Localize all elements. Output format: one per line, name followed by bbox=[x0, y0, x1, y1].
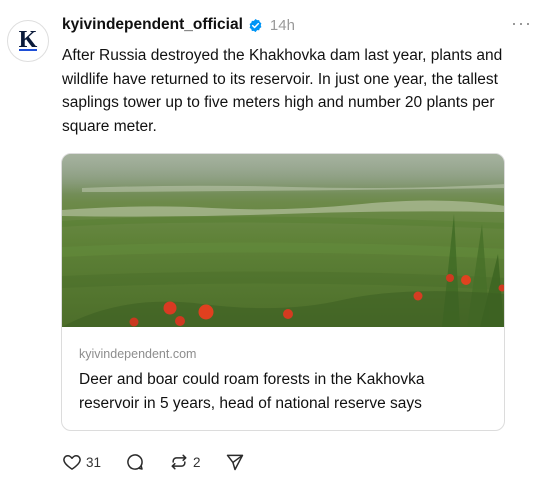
speech-bubble-icon bbox=[125, 452, 145, 472]
more-options-icon[interactable]: ··· bbox=[511, 14, 532, 32]
post-text: After Russia destroyed the Khakhovka dam… bbox=[62, 47, 503, 135]
link-preview-card[interactable]: kyivindependent.com Deer and boar could … bbox=[61, 153, 505, 431]
reply-button[interactable] bbox=[125, 452, 145, 472]
heart-icon bbox=[62, 452, 82, 472]
share-button[interactable] bbox=[225, 452, 245, 472]
like-count: 31 bbox=[86, 454, 102, 470]
link-title: Deer and boar could roam forests in the … bbox=[79, 371, 425, 412]
link-preview-image bbox=[62, 154, 504, 327]
post-timestamp: 14h bbox=[269, 16, 295, 34]
avatar[interactable]: K bbox=[7, 20, 49, 62]
link-domain: kyivindependent.com bbox=[79, 347, 197, 361]
paper-plane-icon bbox=[225, 452, 245, 472]
verified-badge-icon bbox=[248, 18, 263, 33]
post-header: kyivindependent_official 14h bbox=[62, 14, 295, 36]
repost-arrows-icon bbox=[169, 452, 189, 472]
like-button[interactable]: 31 bbox=[62, 452, 101, 472]
username[interactable]: kyivindependent_official bbox=[62, 16, 243, 34]
post-actions: 31 2 bbox=[62, 450, 245, 474]
repost-count: 2 bbox=[193, 454, 201, 470]
avatar-logo-underline bbox=[19, 49, 37, 51]
repost-button[interactable]: 2 bbox=[169, 452, 201, 472]
